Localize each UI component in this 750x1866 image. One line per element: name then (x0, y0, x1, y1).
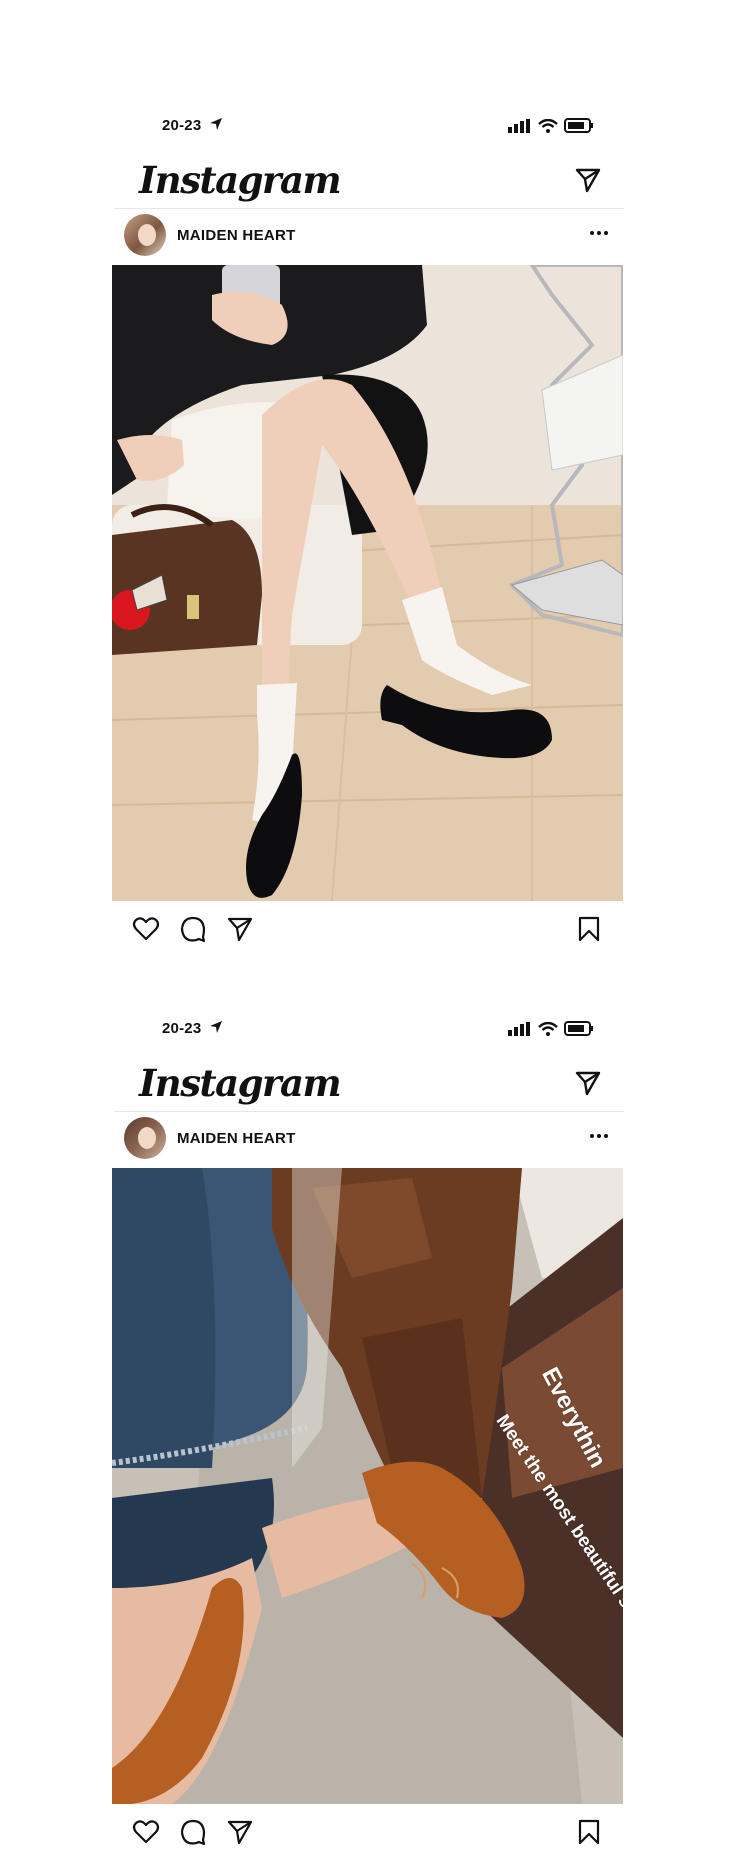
direct-message-button[interactable] (574, 1069, 602, 1097)
status-time: 20-23 (162, 117, 223, 134)
photo-artwork (112, 265, 623, 901)
paper-plane-icon (227, 1820, 253, 1845)
location-arrow-icon (209, 118, 222, 130)
status-time-text: 20-23 (162, 1020, 202, 1037)
location-arrow-icon (209, 1021, 222, 1033)
username[interactable]: MAIDEN HEART (177, 227, 296, 244)
paper-plane-icon (227, 917, 253, 942)
heart-icon (132, 917, 160, 941)
post-actions (112, 1812, 623, 1852)
like-button[interactable] (132, 915, 160, 943)
avatar[interactable] (124, 214, 166, 256)
more-dots-icon[interactable] (586, 223, 612, 243)
app-header: Instagram (114, 1053, 624, 1112)
battery-icon (564, 1021, 593, 1036)
post-photo[interactable]: Everythin Meet the most beautiful s (112, 1168, 623, 1804)
paper-plane-icon (575, 168, 601, 193)
status-icons (508, 1021, 594, 1036)
paper-plane-icon (575, 1071, 601, 1096)
username[interactable]: MAIDEN HEART (177, 1130, 296, 1147)
signal-icon (508, 1021, 530, 1036)
post-header: MAIDEN HEART (114, 211, 624, 261)
app-header: Instagram (114, 150, 624, 209)
like-button[interactable] (132, 1818, 160, 1846)
direct-message-button[interactable] (574, 166, 602, 194)
save-button[interactable] (575, 1818, 603, 1846)
bookmark-icon (578, 916, 600, 942)
bookmark-icon (578, 1819, 600, 1845)
signal-icon (508, 118, 530, 133)
post-header: MAIDEN HEART (114, 1114, 624, 1164)
share-button[interactable] (226, 915, 254, 943)
wifi-icon (538, 1021, 558, 1036)
comment-icon (180, 1819, 206, 1846)
more-dots-icon[interactable] (586, 1126, 612, 1146)
post-photo[interactable] (112, 265, 623, 901)
status-time-text: 20-23 (162, 117, 202, 134)
app-logo: Instagram (139, 1061, 342, 1105)
avatar[interactable] (124, 1117, 166, 1159)
comment-icon (180, 916, 206, 943)
wifi-icon (538, 118, 558, 133)
comment-button[interactable] (179, 1818, 207, 1846)
status-bar: 20-23 (162, 114, 594, 144)
comment-button[interactable] (179, 915, 207, 943)
heart-icon (132, 1820, 160, 1844)
battery-icon (564, 118, 593, 133)
app-logo: Instagram (139, 158, 342, 202)
status-bar: 20-23 (162, 1017, 594, 1047)
status-time: 20-23 (162, 1020, 223, 1037)
save-button[interactable] (575, 915, 603, 943)
share-button[interactable] (226, 1818, 254, 1846)
post-actions (112, 909, 623, 949)
status-icons (508, 118, 594, 133)
